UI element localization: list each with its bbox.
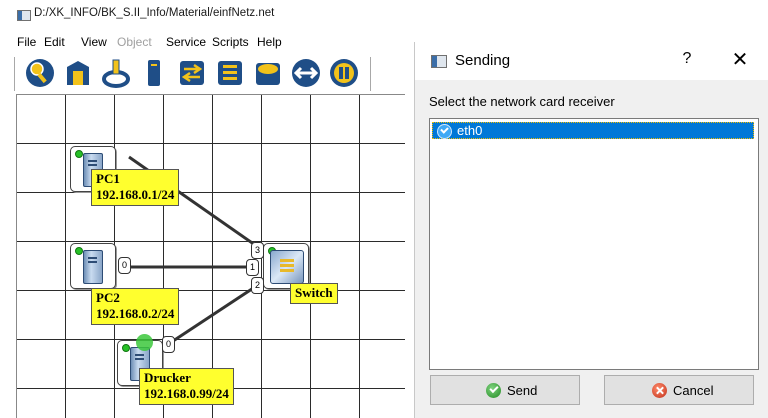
status-led bbox=[122, 344, 130, 352]
pause-icon[interactable] bbox=[328, 57, 360, 89]
switch-port-1: 1 bbox=[246, 259, 259, 276]
menu-bar: File Edit View Object Service Scripts He… bbox=[0, 33, 405, 51]
pc1-label[interactable]: PC1 192.168.0.1/24 bbox=[91, 169, 180, 206]
dialog-prompt: Select the network card receiver bbox=[429, 94, 615, 109]
menu-edit[interactable]: Edit bbox=[44, 35, 65, 49]
cloud-icon[interactable] bbox=[252, 57, 284, 89]
switch-name: Switch bbox=[295, 285, 333, 300]
switch-icon[interactable] bbox=[176, 57, 208, 89]
send-button-label: Send bbox=[507, 383, 538, 398]
list-item-eth0[interactable]: eth0 bbox=[432, 122, 754, 139]
pc2-name: PC2 bbox=[96, 290, 120, 305]
toolbar-separator bbox=[370, 57, 374, 91]
menu-object: Object bbox=[117, 35, 152, 49]
pc2-port-label: 0 bbox=[118, 257, 131, 274]
close-button[interactable]: ✕ bbox=[728, 47, 752, 72]
menu-view[interactable]: View bbox=[81, 35, 107, 49]
cancel-icon bbox=[652, 383, 667, 398]
toolbar-grip bbox=[14, 57, 18, 91]
computer-icon bbox=[83, 250, 103, 284]
printer-port-label: 0 bbox=[162, 336, 175, 353]
cable-icon[interactable] bbox=[100, 57, 132, 89]
list-item-label: eth0 bbox=[457, 123, 483, 138]
status-led bbox=[75, 150, 83, 158]
menu-scripts[interactable]: Scripts bbox=[212, 35, 249, 49]
printer-label[interactable]: Drucker 192.168.0.99/24 bbox=[139, 368, 234, 405]
printer-ip: 192.168.0.99/24 bbox=[144, 386, 229, 401]
pc1-name: PC1 bbox=[96, 171, 120, 186]
building-icon[interactable] bbox=[62, 57, 94, 89]
switch-label[interactable]: Switch bbox=[290, 283, 338, 304]
pc2-node[interactable] bbox=[70, 243, 116, 289]
pc2-ip: 192.168.0.2/24 bbox=[96, 306, 175, 321]
network-canvas[interactable]: PC1 192.168.0.1/24 0 PC2 192.168.0.2/24 … bbox=[16, 94, 405, 418]
app-title: D:/XK_INFO/BK_S.II_Info/Material/einfNet… bbox=[34, 7, 275, 19]
toolbar bbox=[14, 53, 405, 93]
menu-file[interactable]: File bbox=[17, 35, 36, 49]
window-icon bbox=[431, 55, 447, 68]
switch-port-3: 3 bbox=[251, 242, 264, 259]
router-icon[interactable] bbox=[214, 57, 246, 89]
computer-icon[interactable] bbox=[138, 57, 170, 89]
switch-port-2: 2 bbox=[251, 277, 264, 294]
window-icon bbox=[17, 10, 31, 21]
checkmark-icon bbox=[486, 383, 501, 398]
link-icon[interactable] bbox=[290, 57, 322, 89]
menu-service[interactable]: Service bbox=[166, 35, 206, 49]
dialog-title: Sending bbox=[455, 52, 511, 69]
network-card-list[interactable]: eth0 bbox=[429, 118, 759, 370]
switch-icon bbox=[270, 250, 304, 284]
pc2-label[interactable]: PC2 192.168.0.2/24 bbox=[91, 288, 180, 325]
send-button[interactable]: Send bbox=[430, 375, 580, 405]
link-printer-switch bbox=[166, 283, 259, 347]
cancel-button[interactable]: Cancel bbox=[604, 375, 754, 405]
app-window: D:/XK_INFO/BK_S.II_Info/Material/einfNet… bbox=[0, 0, 405, 418]
app-titlebar: D:/XK_INFO/BK_S.II_Info/Material/einfNet… bbox=[0, 0, 405, 30]
help-button[interactable]: ? bbox=[677, 50, 697, 68]
mouse-pointer-highlight bbox=[136, 334, 153, 351]
checkmark-icon bbox=[437, 124, 452, 139]
cancel-button-label: Cancel bbox=[673, 383, 714, 398]
pc1-ip: 192.168.0.1/24 bbox=[96, 187, 175, 202]
printer-name: Drucker bbox=[144, 370, 191, 385]
sending-dialog: Sending ? ✕ Select the network card rece… bbox=[414, 42, 768, 418]
magnifier-icon[interactable] bbox=[24, 57, 56, 89]
menu-help[interactable]: Help bbox=[257, 35, 282, 49]
dialog-titlebar: Sending ? ✕ bbox=[415, 42, 768, 80]
status-led bbox=[75, 247, 83, 255]
